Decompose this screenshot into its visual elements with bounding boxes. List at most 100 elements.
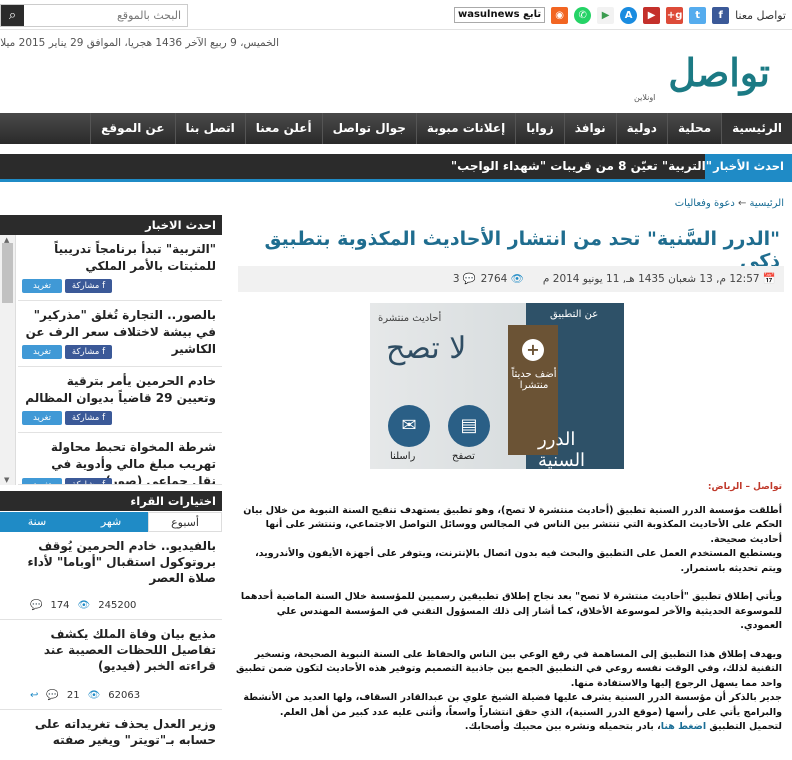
google-plus-icon[interactable]: g+ <box>666 6 684 24</box>
facebook-share-button[interactable]: f مشاركة <box>65 345 112 359</box>
current-date: الخميس، 9 ربيع الآخر 1436 هجريا، الموافق… <box>0 37 279 49</box>
latest-news-item[interactable]: خادم الحرمين يأمر بترقية وتعيين 29 قاضيا… <box>18 367 222 433</box>
share-label: مشاركة <box>71 281 100 291</box>
google-play-icon[interactable]: ▶ <box>597 6 615 24</box>
twitter-handle: wasulnews <box>457 9 520 20</box>
follow-prefix: تابع <box>523 9 542 20</box>
image-add-hadith: أضف حديثاً منتشرا <box>511 369 557 391</box>
tweet-label: تغريد <box>33 281 51 291</box>
latest-news-scrollbar[interactable]: ▲ ▼ <box>0 235 16 485</box>
nav-item-columns[interactable]: زوايا <box>515 113 564 144</box>
tab-week[interactable]: أسبوع <box>148 512 222 532</box>
image-brand: الدرر السنية <box>538 429 586 469</box>
scroll-down-icon[interactable]: ▼ <box>4 476 9 484</box>
nav-item-international[interactable]: دولية <box>615 113 667 144</box>
share-icon[interactable]: ↩ <box>30 690 38 701</box>
download-line: لتحميل التطبيق اضغط هنا، بادر بتحميله ون… <box>234 720 782 735</box>
twitter-follow-button[interactable]: تابع wasulnews <box>453 7 546 23</box>
image-btn-browse: تصفح <box>452 451 475 462</box>
app-store-icon[interactable]: A <box>620 6 638 24</box>
facebook-share-button[interactable]: f مشاركة <box>65 478 112 485</box>
news-item-title[interactable]: "التربية" تبدأ برنامجاً تدريبياً للمثبتا… <box>24 241 216 275</box>
pick-item[interactable]: وزير العدل يحذف تغريداته على حسابه بـ"تو… <box>0 710 222 760</box>
article-comments-count: 3 <box>452 273 460 285</box>
download-link[interactable]: اضغط هنا <box>661 721 706 732</box>
main-nav: الرئيسية محلية دولية نوافذ زوايا إعلانات… <box>0 113 792 144</box>
facebook-share-button[interactable]: f مشاركة <box>65 279 112 293</box>
latest-news-item[interactable]: شرطة المخواة تحبط محاولة تهريب مبلغ مالي… <box>18 433 222 485</box>
breadcrumb-section[interactable]: دعوة وفعاليات <box>675 198 735 209</box>
latest-news-item[interactable]: بالصور.. التجارة تُغلق "مذركير" في بيشة … <box>18 301 222 367</box>
breadcrumb-home[interactable]: الرئيسية <box>750 198 784 209</box>
nav-item-local[interactable]: محلية <box>666 113 721 144</box>
breadcrumb: الرئيسية ← دعوة وفعاليات <box>675 198 784 209</box>
nav-item-windows[interactable]: نوافذ <box>563 113 616 144</box>
pick-item[interactable]: مذيع بيان وفاة الملك يكشف تفاصيل اللحظات… <box>0 620 222 710</box>
nav-item-classifieds[interactable]: إعلانات مبوبة <box>415 113 515 144</box>
article-meta: 📅 12:57 م, 13 شعبان 1435 هـ, 11 يونيو 20… <box>238 266 784 292</box>
article-source: تواصل – الرياض: <box>707 482 782 492</box>
readers-picks: اختيارات القراء أسبوع شهر سنة بالفيديو..… <box>0 491 222 747</box>
ticker-headline[interactable]: "التربية" تعيّن 8 من قريبات "شهداء الواج… <box>451 154 712 179</box>
comment-icon: 💬 <box>462 273 476 285</box>
image-about-app: عن التطبيق <box>550 309 599 320</box>
tweet-label: تغريد <box>33 480 51 485</box>
search-icon[interactable]: ⌕ <box>1 5 24 26</box>
tab-year[interactable]: سنة <box>0 512 74 532</box>
ticker-label: احدث الأخبار <box>705 154 792 179</box>
pick-comments: 174 <box>50 600 70 611</box>
pick-comments: 21 <box>66 690 80 701</box>
nav-item-mobile[interactable]: جوال تواصل <box>321 113 416 144</box>
article-date: 📅 12:57 م, 13 شعبان 1435 هـ, 11 يونيو 20… <box>543 266 776 292</box>
image-title-top: أحاديث منتشرة <box>378 313 442 324</box>
nav-item-advertise[interactable]: أعلن معنا <box>244 113 322 144</box>
latest-news-item[interactable]: "التربية" تبدأ برنامجاً تدريبياً للمثبتا… <box>18 235 222 301</box>
article-image: + أحاديث منتشرة لا تصح عن التطبيق أضف حد… <box>370 303 624 469</box>
site-logo[interactable]: تواصل اونلاين <box>634 48 770 108</box>
nav-item-contact[interactable]: اتصل بنا <box>174 113 245 144</box>
tweet-button[interactable]: تغريد <box>22 411 62 425</box>
nav-item-about[interactable]: عن الموقع <box>90 113 174 144</box>
tweet-button[interactable]: تغريد <box>22 279 62 293</box>
share-label: مشاركة <box>71 480 100 485</box>
pick-item-title[interactable]: بالفيديو.. خادم الحرمين يُوقف بروتوكول ا… <box>11 538 216 586</box>
pick-views: 62063 <box>108 690 141 701</box>
latest-news-title: احدث الاخبار <box>0 215 222 235</box>
tweet-button[interactable]: تغريد <box>22 345 62 359</box>
pick-item[interactable]: بالفيديو.. خادم الحرمين يُوقف بروتوكول ا… <box>0 532 222 620</box>
article-body: تواصل – الرياض: أطلقت مؤسسة الدرر السنية… <box>234 480 782 735</box>
facebook-share-button[interactable]: f مشاركة <box>65 411 112 425</box>
pick-item-title[interactable]: وزير العدل يحذف تغريداته على حسابه بـ"تو… <box>11 716 216 748</box>
twitter-icon[interactable]: t <box>689 6 707 24</box>
breadcrumb-separator: ← <box>737 198 747 209</box>
youtube-icon[interactable]: ▶ <box>643 6 661 24</box>
rss-icon[interactable]: ◉ <box>551 6 569 24</box>
share-label: مشاركة <box>71 347 100 357</box>
tweet-label: تغريد <box>33 413 51 423</box>
article-paragraph: ويهدف إطلاق هذا التطبيق إلى المساهمة في … <box>236 648 782 689</box>
facebook-icon[interactable]: f <box>712 6 730 24</box>
download-prefix: لتحميل التطبيق <box>709 721 782 732</box>
news-item-title[interactable]: خادم الحرمين يأمر بترقية وتعيين 29 قاضيا… <box>24 373 216 407</box>
contact-label: تواصل معنا <box>735 8 786 22</box>
scroll-thumb[interactable] <box>2 243 13 303</box>
social-links: تواصل معنا f t g+ ▶ A ▶ ✆ ◉ تابع wasulne… <box>450 6 786 24</box>
whatsapp-icon[interactable]: ✆ <box>574 6 592 24</box>
nav-item-home[interactable]: الرئيسية <box>721 113 792 144</box>
views-icon: 👁 <box>510 273 524 285</box>
tweet-label: تغريد <box>33 347 51 357</box>
tweet-button[interactable]: تغريد <box>22 478 62 485</box>
article-paragraph: ويأتي إطلاق تطبيق "أحاديث منتشرة لا تصح"… <box>240 591 782 631</box>
pick-item-meta: ↩ 💬 21 👁 62063 <box>30 690 148 701</box>
search-input[interactable] <box>25 5 187 26</box>
comment-icon: 💬 <box>46 690 59 701</box>
image-title-big: لا تصح <box>386 331 467 366</box>
tab-month[interactable]: شهر <box>74 512 148 532</box>
pick-item-title[interactable]: مذيع بيان وفاة الملك يكشف تفاصيل اللحظات… <box>11 626 216 674</box>
pick-item-meta: 💬 174 👁 245200 <box>30 600 144 611</box>
logo-subtext: اونلاين <box>634 93 656 102</box>
article-views: 👁 2764 <box>481 266 524 292</box>
article-comments[interactable]: 💬 3 <box>453 266 476 292</box>
